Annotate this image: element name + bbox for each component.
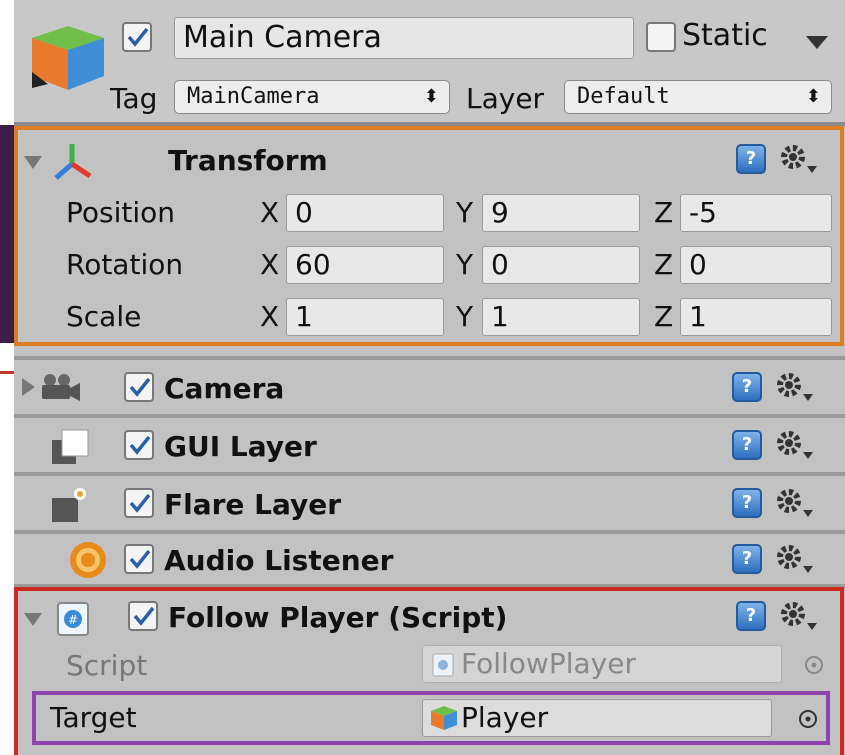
- audio-listener-help-icon[interactable]: ?: [732, 544, 762, 574]
- camera-title: Camera: [164, 372, 285, 405]
- gui-layer-gear-icon[interactable]: [774, 428, 814, 462]
- layer-value: Default: [577, 84, 670, 109]
- audio-listener-gear-icon[interactable]: [774, 542, 814, 576]
- flare-layer-title: Flare Layer: [164, 488, 342, 521]
- target-row: Target Player: [32, 691, 830, 745]
- camera-component: Camera ?: [14, 360, 845, 414]
- left-decoration-bar: [0, 125, 14, 343]
- gui-layer-component: GUI Layer ?: [14, 418, 845, 472]
- target-label: Target: [50, 701, 137, 734]
- gui-layer-icon: [52, 429, 89, 464]
- scale-z-field[interactable]: 1: [680, 298, 832, 336]
- svg-text:#: #: [68, 613, 78, 627]
- rotation-z-label[interactable]: Z: [654, 248, 673, 281]
- static-checkbox[interactable]: [646, 22, 676, 52]
- rotation-x-field[interactable]: 60: [286, 246, 444, 284]
- layer-dropdown-arrows-icon: ⬍: [805, 86, 821, 107]
- script-value: FollowPlayer: [461, 647, 636, 680]
- position-z-label[interactable]: Z: [654, 196, 673, 229]
- follow-player-title: Follow Player (Script): [168, 601, 508, 634]
- follow-player-component: # Follow Player (Script) ? Script Follow…: [14, 587, 844, 755]
- transform-title: Transform: [168, 144, 328, 177]
- flare-layer-icon: [52, 488, 86, 522]
- object-name-field[interactable]: Main Camera: [174, 17, 634, 59]
- position-z-field[interactable]: -5: [680, 194, 832, 232]
- game-object-cube-icon: [32, 26, 104, 90]
- object-header: Main Camera Static Tag MainCamera ⬍ Laye…: [14, 0, 845, 122]
- tag-dropdown[interactable]: MainCamera ⬍: [174, 80, 450, 114]
- foldout-expanded-icon[interactable]: [24, 613, 42, 627]
- gui-layer-title: GUI Layer: [164, 430, 317, 463]
- target-value: Player: [461, 701, 549, 734]
- flare-layer-gear-icon[interactable]: [774, 486, 814, 520]
- audio-listener-enabled-checkbox[interactable]: [124, 544, 154, 574]
- scale-y-field[interactable]: 1: [482, 298, 640, 336]
- static-label: Static: [682, 18, 768, 53]
- camera-icon: [42, 374, 80, 401]
- layer-dropdown[interactable]: Default ⬍: [564, 80, 832, 114]
- scale-x-field[interactable]: 1: [286, 298, 444, 336]
- rotation-y-field[interactable]: 0: [482, 246, 640, 284]
- camera-gear-icon[interactable]: [774, 370, 814, 404]
- audio-listener-title: Audio Listener: [164, 544, 394, 577]
- rotation-label: Rotation: [66, 248, 184, 281]
- rotation-x-label[interactable]: X: [260, 248, 279, 281]
- target-object-field[interactable]: Player: [422, 699, 772, 737]
- transform-component: Transform ? Position X 0 Y 9 Z -5 Rotati…: [14, 126, 844, 346]
- scale-z-label[interactable]: Z: [654, 300, 673, 333]
- player-cube-icon: [431, 706, 457, 730]
- follow-player-gear-icon[interactable]: [778, 599, 818, 633]
- layer-label: Layer: [466, 82, 545, 115]
- gui-layer-enabled-checkbox[interactable]: [124, 430, 154, 460]
- csharp-script-icon: #: [57, 602, 89, 636]
- scale-x-label[interactable]: X: [260, 300, 279, 333]
- script-file-icon: [432, 653, 454, 677]
- follow-player-help-icon[interactable]: ?: [736, 601, 766, 631]
- script-label: Script: [66, 649, 148, 682]
- position-label: Position: [66, 196, 176, 229]
- flare-layer-component: Flare Layer ?: [14, 476, 845, 530]
- follow-player-enabled-checkbox[interactable]: [128, 601, 158, 631]
- script-object-field: FollowPlayer: [422, 645, 782, 683]
- tag-dropdown-arrows-icon: ⬍: [423, 86, 439, 107]
- position-y-label[interactable]: Y: [456, 196, 473, 229]
- position-y-field[interactable]: 9: [482, 194, 640, 232]
- object-active-checkbox[interactable]: [122, 22, 152, 52]
- transform-help-icon[interactable]: ?: [736, 144, 766, 174]
- scale-y-label[interactable]: Y: [456, 300, 473, 333]
- tag-label: Tag: [110, 82, 158, 115]
- position-x-label[interactable]: X: [260, 196, 279, 229]
- audio-listener-icon: [70, 542, 106, 578]
- transform-gear-icon[interactable]: [778, 142, 818, 176]
- static-dropdown-chevron-down-icon[interactable]: [806, 36, 828, 50]
- transform-axes-icon: [54, 144, 92, 180]
- audio-listener-component: Audio Listener ?: [14, 534, 845, 584]
- position-x-field[interactable]: 0: [286, 194, 444, 232]
- gui-layer-help-icon[interactable]: ?: [732, 430, 762, 460]
- foldout-expanded-icon[interactable]: [24, 156, 42, 170]
- flare-layer-help-icon[interactable]: ?: [732, 488, 762, 518]
- tag-value: MainCamera: [187, 84, 320, 109]
- rotation-z-field[interactable]: 0: [680, 246, 832, 284]
- foldout-collapsed-icon[interactable]: [22, 378, 36, 396]
- flare-layer-enabled-checkbox[interactable]: [124, 488, 154, 518]
- scale-label: Scale: [66, 300, 142, 333]
- inspector-panel: Main Camera Static Tag MainCamera ⬍ Laye…: [14, 0, 845, 755]
- rotation-y-label[interactable]: Y: [456, 248, 473, 281]
- script-object-picker-icon: [805, 656, 823, 674]
- camera-help-icon[interactable]: ?: [732, 372, 762, 402]
- target-object-picker-icon[interactable]: [798, 709, 818, 729]
- camera-enabled-checkbox[interactable]: [124, 372, 154, 402]
